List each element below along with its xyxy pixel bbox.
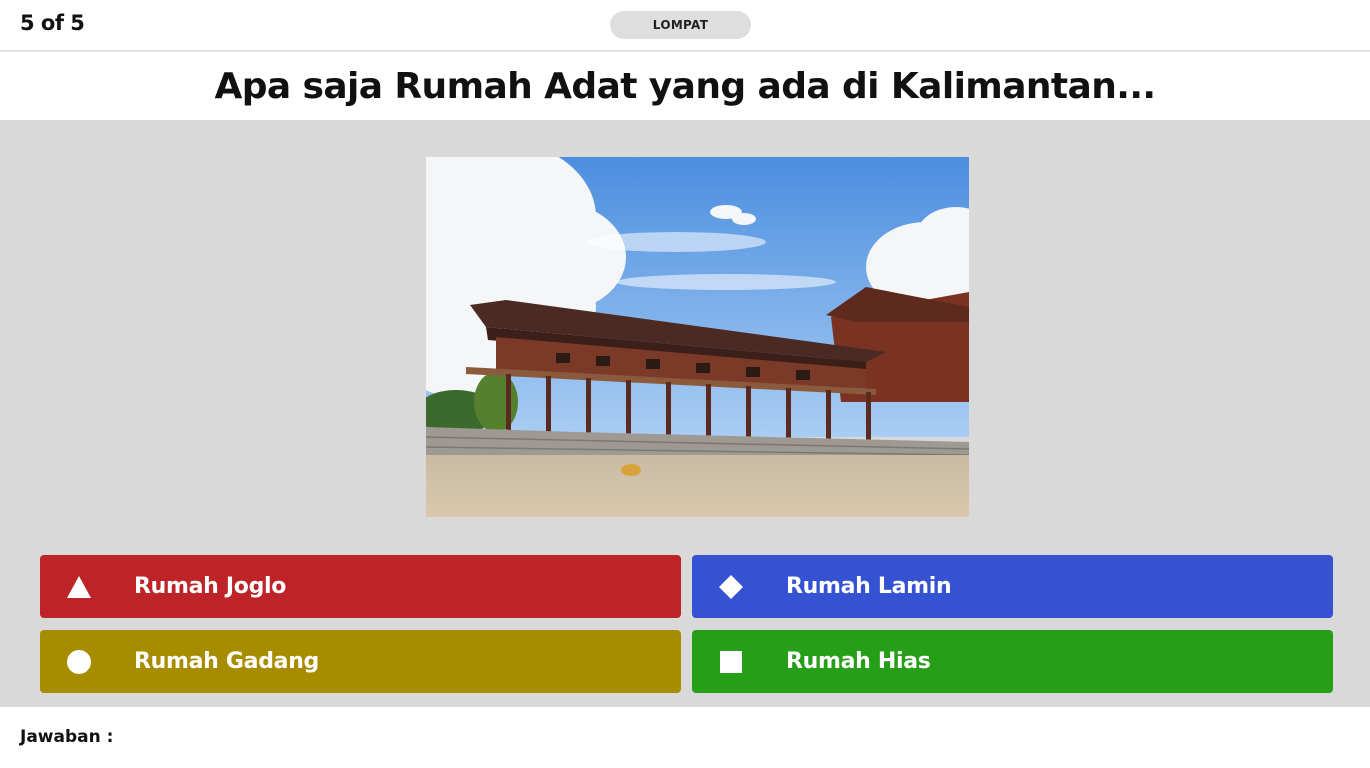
question-header: Apa saja Rumah Adat yang ada di Kalimant… bbox=[0, 52, 1370, 120]
answer-option-label: Rumah Hias bbox=[786, 649, 931, 674]
answer-option-3[interactable]: Rumah Gadang bbox=[40, 630, 681, 693]
circle-icon bbox=[67, 649, 91, 674]
question-image bbox=[426, 157, 969, 517]
answer-option-label: Rumah Lamin bbox=[786, 574, 952, 599]
triangle-icon bbox=[67, 575, 91, 599]
top-bar: 5 of 5 LOMPAT bbox=[0, 0, 1370, 52]
skip-button[interactable]: LOMPAT bbox=[610, 11, 751, 39]
question-stage: Rumah Joglo Rumah Lamin Rumah Gadang Rum… bbox=[0, 120, 1370, 707]
answer-option-4[interactable]: Rumah Hias bbox=[692, 630, 1333, 693]
answer-option-1[interactable]: Rumah Joglo bbox=[40, 555, 681, 618]
answer-option-label: Rumah Joglo bbox=[134, 574, 287, 599]
square-icon bbox=[719, 650, 743, 674]
diamond-icon bbox=[719, 574, 743, 599]
answer-option-2[interactable]: Rumah Lamin bbox=[692, 555, 1333, 618]
answer-label: Jawaban : bbox=[20, 727, 114, 747]
answer-footer: Jawaban : bbox=[0, 707, 1370, 768]
answer-option-label: Rumah Gadang bbox=[134, 649, 320, 674]
rumah-adat-photo bbox=[426, 157, 969, 517]
question-text: Apa saja Rumah Adat yang ada di Kalimant… bbox=[214, 65, 1156, 107]
question-progress: 5 of 5 bbox=[20, 11, 85, 35]
